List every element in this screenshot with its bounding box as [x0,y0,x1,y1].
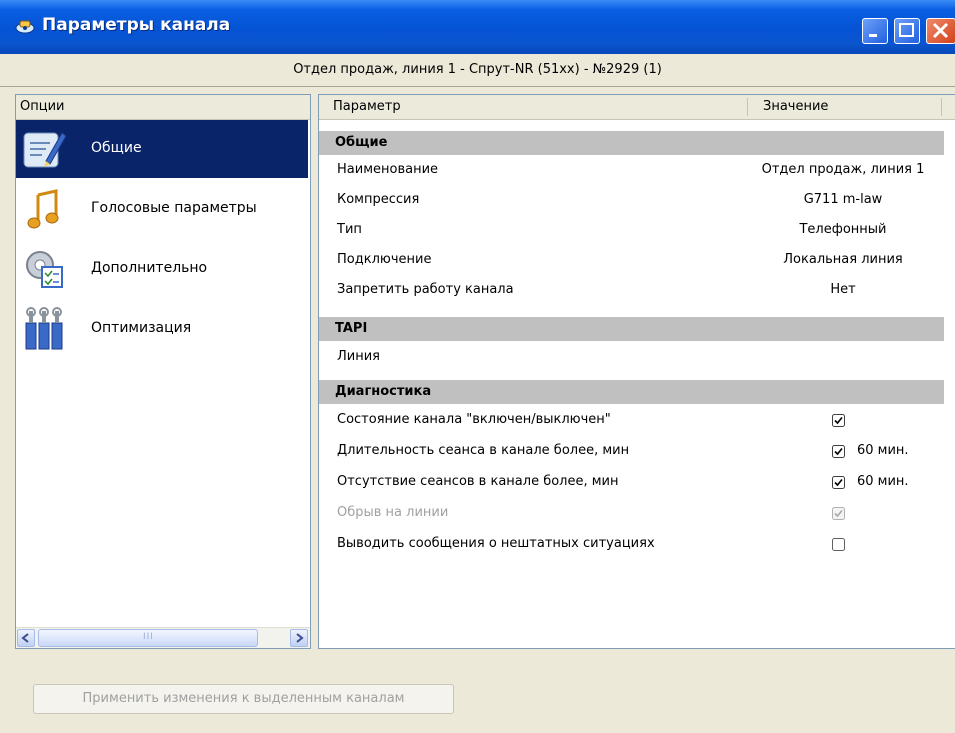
scroll-left-button[interactable] [17,629,35,647]
param-row-disabled: Обрыв на линии [319,498,944,528]
section-general[interactable]: Общие [319,131,944,155]
close-icon [932,22,949,39]
param-name: Подключение [337,252,432,267]
arrow-right-icon [296,633,304,643]
param-extra-value[interactable]: 60 мин. [857,443,909,458]
option-label: Общие [91,140,142,156]
option-optimization[interactable]: Оптимизация [16,300,308,358]
options-header: Опции [16,95,310,120]
param-name: Тип [337,222,362,237]
param-name: Выводить сообщения о нештатных ситуациях [337,536,655,551]
param-name: Наименование [337,162,439,177]
horizontal-scrollbar[interactable]: III [16,627,310,648]
param-value[interactable]: Локальная линия [747,252,939,267]
param-value[interactable]: Телефонный [747,222,939,237]
param-row[interactable]: Линия [319,342,944,372]
window-title: Параметры канала [42,15,231,35]
app-icon [15,20,35,34]
option-voice-params[interactable]: Голосовые параметры [16,180,308,238]
option-general[interactable]: Общие [16,120,308,178]
tools-icon [25,307,63,350]
title-bar: Параметры канала [0,0,955,54]
option-label: Дополнительно [91,260,208,276]
footer-bar: Применить изменения к выделенным каналам [0,657,955,733]
column-divider[interactable] [747,98,748,116]
section-title: TAPI [335,321,368,336]
checkbox-checked[interactable] [832,414,845,427]
param-row[interactable]: Подключение Локальная линия [319,245,944,275]
param-name: Компрессия [337,192,420,207]
checkbox-unchecked[interactable] [832,538,845,551]
scroll-grip: III [143,632,154,642]
column-divider[interactable] [941,98,942,116]
close-button[interactable] [926,18,955,44]
section-title: Диагностика [335,384,432,399]
param-row[interactable]: Наименование Отдел продаж, линия 1 [319,155,944,185]
main-area: Опции Общие Голосовые параметры Дополнит… [0,87,955,657]
scroll-thumb[interactable]: III [38,629,258,647]
param-row[interactable]: Выводить сообщения о нештатных ситуациях [319,529,944,559]
maximize-button[interactable] [894,18,920,44]
maximize-icon [899,23,914,37]
param-row[interactable]: Тип Телефонный [319,215,944,245]
parameters-grid: Параметр Значение Общие Наименование Отд… [318,94,955,649]
section-diagnostics[interactable]: Диагностика [319,380,944,404]
grid-header: Параметр Значение [319,95,955,120]
param-name: Отсутствие сеансов в канале более, мин [337,474,619,489]
option-additional[interactable]: Дополнительно [16,240,308,298]
section-tapi[interactable]: TAPI [319,317,944,341]
param-row[interactable]: Компрессия G711 m-law [319,185,944,215]
param-row[interactable]: Отсутствие сеансов в канале более, мин 6… [319,467,944,497]
param-value[interactable]: Отдел продаж, линия 1 [747,162,939,177]
minimize-icon [869,34,877,37]
column-header-value[interactable]: Значение [763,99,828,114]
section-title: Общие [335,135,388,150]
options-panel: Опции Общие Голосовые параметры Дополнит… [15,94,311,649]
param-name: Линия [337,349,380,364]
scroll-right-button[interactable] [290,629,308,647]
option-label: Голосовые параметры [91,200,257,216]
param-name: Обрыв на линии [337,505,449,520]
checkbox-checked[interactable] [832,476,845,489]
channel-info-text: Отдел продаж, линия 1 - Спрут-NR (51xx) … [293,62,662,77]
param-row[interactable]: Запретить работу канала Нет [319,275,944,305]
edit-icon [23,132,66,168]
options-header-label: Опции [20,99,65,114]
checkbox-checked-disabled [832,507,845,520]
param-row[interactable]: Состояние канала "включен/выключен" [319,405,944,435]
music-note-icon [27,189,59,229]
param-name: Состояние канала "включен/выключен" [337,412,611,427]
param-name: Длительность сеанса в канале более, мин [337,443,630,458]
param-value[interactable]: Нет [747,282,939,297]
apply-to-selected-button[interactable]: Применить изменения к выделенным каналам [33,684,454,714]
channel-info-bar: Отдел продаж, линия 1 - Спрут-NR (51xx) … [0,54,955,87]
param-name: Запретить работу канала [337,282,514,297]
minimize-button[interactable] [862,18,888,44]
gear-checklist-icon [26,251,63,288]
param-extra-value[interactable]: 60 мин. [857,474,909,489]
column-header-parameter[interactable]: Параметр [333,99,401,114]
param-value[interactable]: G711 m-law [747,192,939,207]
option-label: Оптимизация [91,320,192,336]
arrow-left-icon [21,633,29,643]
checkbox-checked[interactable] [832,445,845,458]
param-row[interactable]: Длительность сеанса в канале более, мин … [319,436,944,466]
